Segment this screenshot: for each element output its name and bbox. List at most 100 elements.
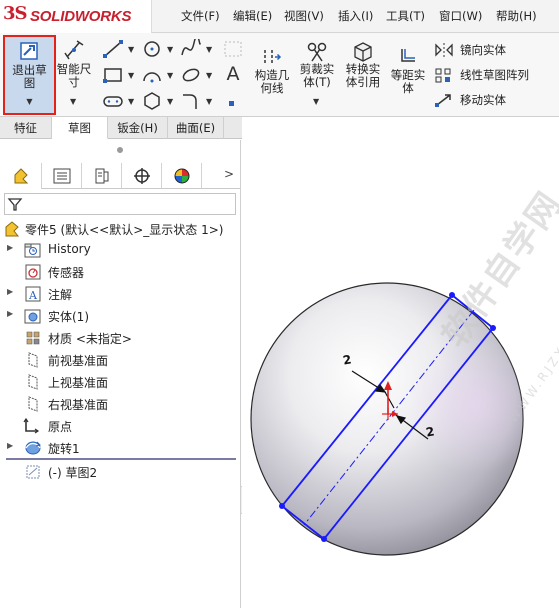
tab-property-manager[interactable] — [42, 163, 82, 189]
convert-entities-icon[interactable] — [352, 41, 374, 63]
ellipse-tool-icon[interactable] — [180, 65, 202, 85]
line-tool-icon[interactable] — [102, 39, 124, 59]
plane-icon — [28, 396, 38, 412]
property-manager-icon — [53, 168, 71, 184]
point-tool-icon[interactable] — [229, 101, 234, 106]
trim-entities-button[interactable]: 剪裁实 体(T) — [295, 63, 339, 89]
panel-splitter-handle[interactable] — [117, 147, 123, 153]
slot-tool-icon[interactable] — [102, 91, 124, 111]
construction-geometry-button[interactable]: 构造几 何线 — [250, 69, 294, 95]
spline-tool-icon[interactable] — [180, 39, 202, 59]
linear-pattern-icon — [435, 68, 451, 83]
rectangle-tool-icon[interactable] — [102, 65, 124, 85]
circle-tool-icon[interactable] — [141, 39, 163, 59]
rollback-bar[interactable] — [6, 458, 236, 460]
tree-item-sensors[interactable]: 传感器 — [0, 261, 241, 283]
menu-help[interactable]: 帮助(H) — [496, 8, 537, 24]
history-icon — [24, 243, 41, 258]
mirror-entities-button[interactable]: 镜向实体 — [434, 42, 506, 61]
tab-features[interactable]: 特征 — [0, 117, 52, 139]
chevron-down-icon[interactable]: ▼ — [128, 45, 134, 54]
convert-entities-button[interactable]: 转换实 体引用 — [340, 63, 386, 89]
tree-item-label: 材质 <未指定> — [48, 332, 132, 346]
menu-tools[interactable]: 工具(T) — [386, 8, 425, 24]
menu-edit[interactable]: 编辑(E) — [233, 8, 272, 24]
move-entities-button[interactable]: 移动实体 — [434, 92, 506, 111]
fillet-tool-icon[interactable] — [180, 91, 202, 111]
tree-item-label: 实体(1) — [48, 310, 89, 324]
smart-dimension-label-2: 寸 — [68, 75, 80, 89]
tree-item-label: 右视基准面 — [48, 398, 109, 412]
tree-root-part[interactable]: 零件5 (默认<<默认>_显示状态 1>) — [0, 218, 241, 240]
tab-feature-tree[interactable] — [2, 163, 42, 189]
feature-tree-filter[interactable] — [4, 193, 236, 215]
tree-item-right-plane[interactable]: 右视基准面 — [0, 393, 241, 415]
chevron-down-icon[interactable]: ▼ — [313, 97, 319, 106]
tree-item-label: 旋转1 — [48, 442, 80, 456]
convert-entities-label-2: 体引用 — [345, 75, 381, 89]
chevron-down-icon[interactable]: ▼ — [206, 97, 212, 106]
tree-item-history[interactable]: ▶ History — [0, 239, 241, 261]
menu-view[interactable]: 视图(V) — [284, 8, 324, 24]
plane-icon — [28, 352, 38, 368]
menu-file[interactable]: 文件(F) — [181, 8, 220, 24]
configuration-manager-icon — [95, 168, 109, 184]
ds-logo-mark: 3S — [3, 3, 28, 24]
tree-item-top-plane[interactable]: 上视基准面 — [0, 371, 241, 393]
chevron-down-icon[interactable]: ▼ — [206, 71, 212, 80]
tree-item-label: (-) 草图2 — [48, 466, 98, 480]
menu-insert[interactable]: 插入(I) — [338, 8, 373, 24]
tree-item-label: 前视基准面 — [48, 354, 109, 368]
chevron-down-icon[interactable]: ▼ — [167, 97, 173, 106]
trim-entities-icon[interactable] — [306, 41, 328, 63]
chevron-down-icon[interactable]: ▼ — [167, 71, 173, 80]
tree-item-material[interactable]: 材质 <未指定> — [0, 327, 241, 349]
crosshair-icon — [134, 168, 150, 184]
tab-display-manager[interactable] — [162, 163, 202, 189]
chevron-down-icon[interactable]: ▼ — [5, 97, 54, 106]
tree-item-sketch2[interactable]: (-) 草图2 — [0, 461, 241, 483]
tree-item-origin[interactable]: 原点 — [0, 415, 241, 437]
smart-dimension-icon[interactable] — [63, 39, 85, 61]
tree-item-revolve1[interactable]: ▶ 旋转1 — [0, 437, 241, 459]
construction-geometry-label-2: 何线 — [260, 81, 284, 95]
solidworks-logo[interactable]: 3S SOLIDWORKS — [0, 0, 152, 33]
expand-arrow-icon[interactable]: ▶ — [7, 243, 13, 252]
tree-item-front-plane[interactable]: 前视基准面 — [0, 349, 241, 371]
expand-arrow-icon[interactable]: ▶ — [7, 287, 13, 296]
tab-sheet-metal[interactable]: 钣金(H) — [108, 117, 168, 139]
chevron-down-icon[interactable]: ▼ — [128, 97, 134, 106]
tab-dimxpert-manager[interactable] — [122, 163, 162, 189]
tab-sketch[interactable]: 草图 — [52, 117, 108, 139]
linear-pattern-button[interactable]: 线性草图阵列 — [434, 67, 529, 86]
tab-surfaces[interactable]: 曲面(E) — [168, 117, 224, 139]
chevron-down-icon[interactable]: ▼ — [206, 45, 212, 54]
tab-configuration-manager[interactable] — [82, 163, 122, 189]
tree-item-label: 注解 — [48, 288, 73, 302]
plane-icon — [28, 374, 38, 390]
tree-item-annotations[interactable]: ▶ A 注解 — [0, 283, 241, 305]
exit-sketch-label-2: 图 — [23, 76, 36, 90]
chevron-right-icon[interactable]: > — [224, 167, 234, 181]
offset-entities-button[interactable]: 等距实 体 — [388, 69, 428, 95]
exit-sketch-button[interactable]: 退出草 图 ▼ — [3, 35, 56, 115]
chevron-down-icon[interactable]: ▼ — [70, 97, 76, 106]
smart-dimension-button[interactable]: 智能尺 寸 — [55, 63, 93, 89]
part-icon — [5, 221, 20, 237]
menu-window[interactable]: 窗口(W) — [439, 8, 482, 24]
text-tool-icon[interactable]: A — [222, 63, 244, 85]
feature-manager-tabs: > — [2, 163, 240, 189]
chevron-down-icon[interactable]: ▼ — [167, 45, 173, 54]
part-name-label: 零件5 (默认<<默认>_显示状态 1>) — [25, 223, 224, 237]
graphics-area[interactable]: 2 2 软件自学网 WWW.RJZXW.COM — [242, 117, 559, 608]
tree-item-solid-bodies[interactable]: ▶ 实体(1) — [0, 305, 241, 327]
arc-tool-icon[interactable] — [141, 65, 163, 85]
expand-arrow-icon[interactable]: ▶ — [7, 441, 13, 450]
offset-entities-icon[interactable] — [398, 47, 418, 67]
filter-icon — [7, 198, 23, 211]
chevron-down-icon[interactable]: ▼ — [128, 71, 134, 80]
svg-text:A: A — [28, 289, 38, 302]
polygon-tool-icon[interactable] — [141, 91, 163, 111]
construction-geometry-icon[interactable] — [262, 47, 282, 67]
expand-arrow-icon[interactable]: ▶ — [7, 309, 13, 318]
